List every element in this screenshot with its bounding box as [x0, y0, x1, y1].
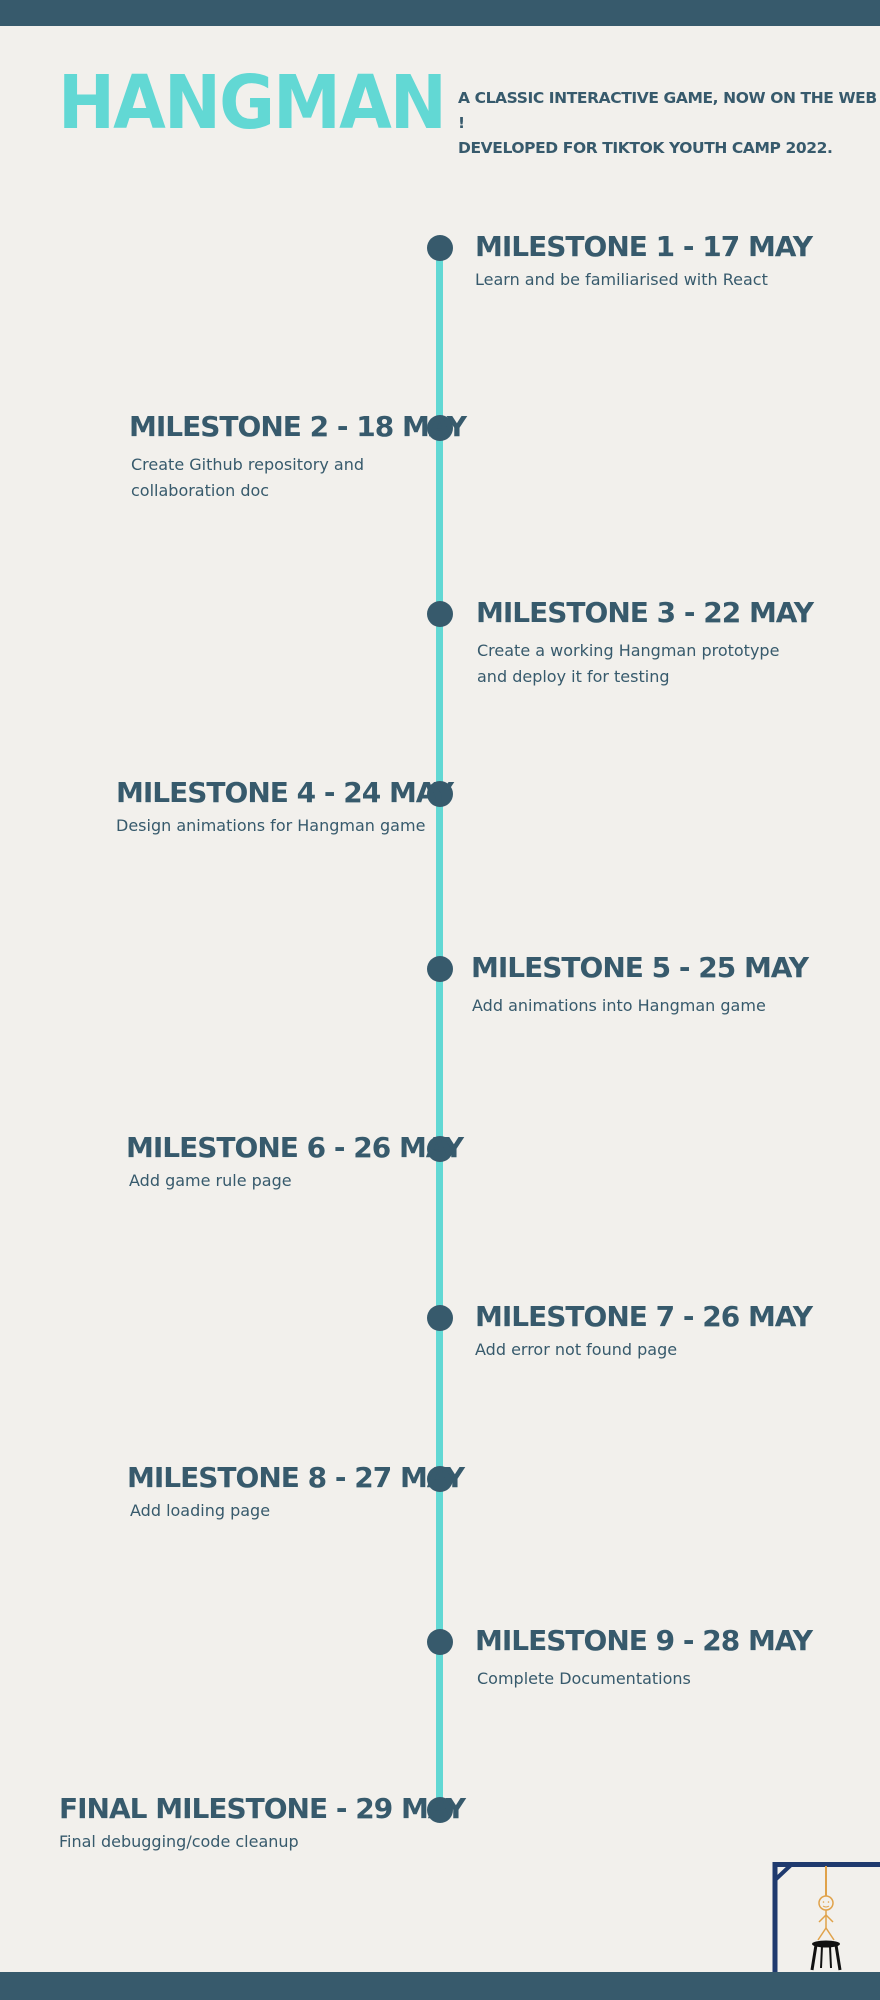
tagline: A CLASSIC INTERACTIVE GAME, NOW ON THE W…: [458, 86, 878, 161]
milestone-description-line: Add animations into Hangman game: [472, 996, 766, 1015]
milestone-description-line: Learn and be familiarised with React: [475, 270, 768, 289]
milestone-description: Create Github repository and collaborati…: [131, 452, 466, 504]
milestone-description-line: Add loading page: [130, 1501, 271, 1520]
milestone-description-line: Create Github repository and: [131, 455, 364, 474]
tagline-line-1: A CLASSIC INTERACTIVE GAME, NOW ON THE W…: [458, 89, 877, 132]
milestone-title: FINAL MILESTONE - 29 MAY: [59, 1792, 466, 1825]
timeline-node: [427, 1629, 453, 1655]
timeline-node: [427, 601, 453, 627]
milestone-description: Add loading page: [130, 1498, 464, 1524]
page-title: HANGMAN: [58, 60, 447, 146]
milestone-7: MILESTONE 7 - 26 MAY Add error not found…: [475, 1300, 813, 1363]
timeline-node: [427, 235, 453, 261]
milestone-description-line: Add error not found page: [475, 1340, 678, 1359]
milestone-description: Learn and be familiarised with React: [475, 267, 812, 293]
milestone-title: MILESTONE 3 - 22 MAY: [476, 596, 814, 629]
milestone-final: FINAL MILESTONE - 29 MAY Final debugging…: [59, 1792, 466, 1855]
top-banner: [0, 0, 880, 26]
milestone-title: MILESTONE 8 - 27 MAY: [127, 1461, 465, 1494]
milestone-description: Design animations for Hangman game: [116, 813, 453, 839]
milestone-description: Create a working Hangman prototype and d…: [477, 638, 813, 690]
milestone-title: MILESTONE 9 - 28 MAY: [475, 1624, 813, 1657]
milestone-description-line: and deploy it for testing: [477, 667, 670, 686]
milestone-description-line: Final debugging/code cleanup: [59, 1832, 299, 1851]
milestone-description: Add error not found page: [475, 1337, 812, 1363]
milestone-title: MILESTONE 1 - 17 MAY: [475, 230, 813, 263]
milestone-title: MILESTONE 6 - 26 MAY: [126, 1131, 464, 1164]
milestone-description: Final debugging/code cleanup: [59, 1829, 465, 1855]
milestone-9: MILESTONE 9 - 28 MAY Complete Documentat…: [475, 1624, 813, 1692]
milestone-description-line: collaboration doc: [131, 481, 270, 500]
milestone-description: Complete Documentations: [477, 1666, 812, 1692]
milestone-title: MILESTONE 7 - 26 MAY: [475, 1300, 813, 1333]
milestone-4: MILESTONE 4 - 24 MAY Design animations f…: [116, 776, 454, 839]
milestone-3: MILESTONE 3 - 22 MAY Create a working Ha…: [476, 596, 814, 690]
milestone-6: MILESTONE 6 - 26 MAY Add game rule page: [126, 1131, 464, 1194]
milestone-2: MILESTONE 2 - 18 MAY Create Github repos…: [129, 410, 467, 504]
milestone-description-line: Create a working Hangman prototype: [477, 641, 780, 660]
milestone-title: MILESTONE 4 - 24 MAY: [116, 776, 454, 809]
timeline-node: [427, 1305, 453, 1331]
milestone-description: Add animations into Hangman game: [472, 993, 808, 1019]
timeline-node: [427, 956, 453, 982]
bottom-banner: [0, 1972, 880, 2000]
tagline-line-2: DEVELOPED FOR TIKTOK YOUTH CAMP 2022.: [458, 139, 833, 157]
milestone-title: MILESTONE 2 - 18 MAY: [129, 410, 467, 443]
milestone-description-line: Design animations for Hangman game: [116, 816, 426, 835]
milestone-description-line: Add game rule page: [129, 1171, 292, 1190]
milestone-title: MILESTONE 5 - 25 MAY: [471, 951, 809, 984]
milestone-8: MILESTONE 8 - 27 MAY Add loading page: [127, 1461, 465, 1524]
milestone-5: MILESTONE 5 - 25 MAY Add animations into…: [471, 951, 809, 1019]
milestone-description: Add game rule page: [129, 1168, 463, 1194]
hangman-gallows-icon: [772, 1862, 880, 1974]
milestone-1: MILESTONE 1 - 17 MAY Learn and be famili…: [475, 230, 813, 293]
milestone-description-line: Complete Documentations: [477, 1669, 691, 1688]
